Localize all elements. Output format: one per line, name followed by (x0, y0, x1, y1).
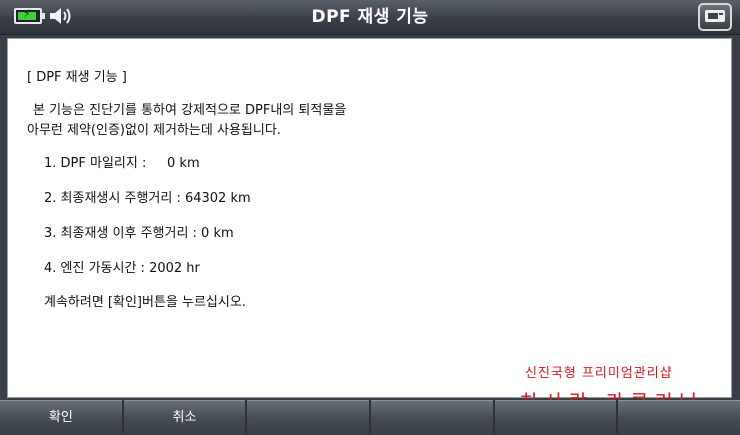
description-line-2: 아무런 제약(인증)없이 제거하는데 사용됩니다. (27, 123, 281, 138)
page-title: DPF 재생 기능 (311, 7, 429, 27)
capture-button[interactable] (698, 3, 732, 31)
confirm-button[interactable]: 확인 (0, 400, 122, 435)
function-button-5[interactable] (494, 400, 617, 435)
info-item-engine-hours: 4. 엔진 가동시간 : 2002 hr (44, 261, 200, 276)
main-panel (7, 38, 732, 398)
section-heading: [ DPF 재생 기능 ] (27, 70, 127, 85)
function-button-bar: 확인 취소 (0, 400, 740, 435)
function-button-6[interactable] (618, 400, 740, 435)
info-item-mileage: 1. DPF 마일리지 : 0 km (44, 156, 200, 171)
watermark-line-1: 신진국형 프리미엄관리샵 (525, 366, 673, 381)
info-item-distance-since-regen: 3. 최종재생 이후 주행거리 : 0 km (44, 226, 234, 241)
info-item-last-regen-distance: 2. 최종재생시 주행거리 : 64302 km (44, 191, 251, 206)
function-button-3[interactable] (247, 400, 370, 435)
description-line-1: 본 기능은 진단기를 통하여 강제적으로 DPF내의 퇴적물을 (33, 103, 347, 118)
instruction-text: 계속하려면 [확인]버튼을 누르십시오. (44, 295, 246, 310)
function-button-4[interactable] (371, 400, 493, 435)
title-bar: ⚡ DPF 재생 기능 (0, 0, 740, 35)
cancel-button[interactable]: 취소 (123, 400, 246, 435)
capture-icon (705, 10, 725, 22)
